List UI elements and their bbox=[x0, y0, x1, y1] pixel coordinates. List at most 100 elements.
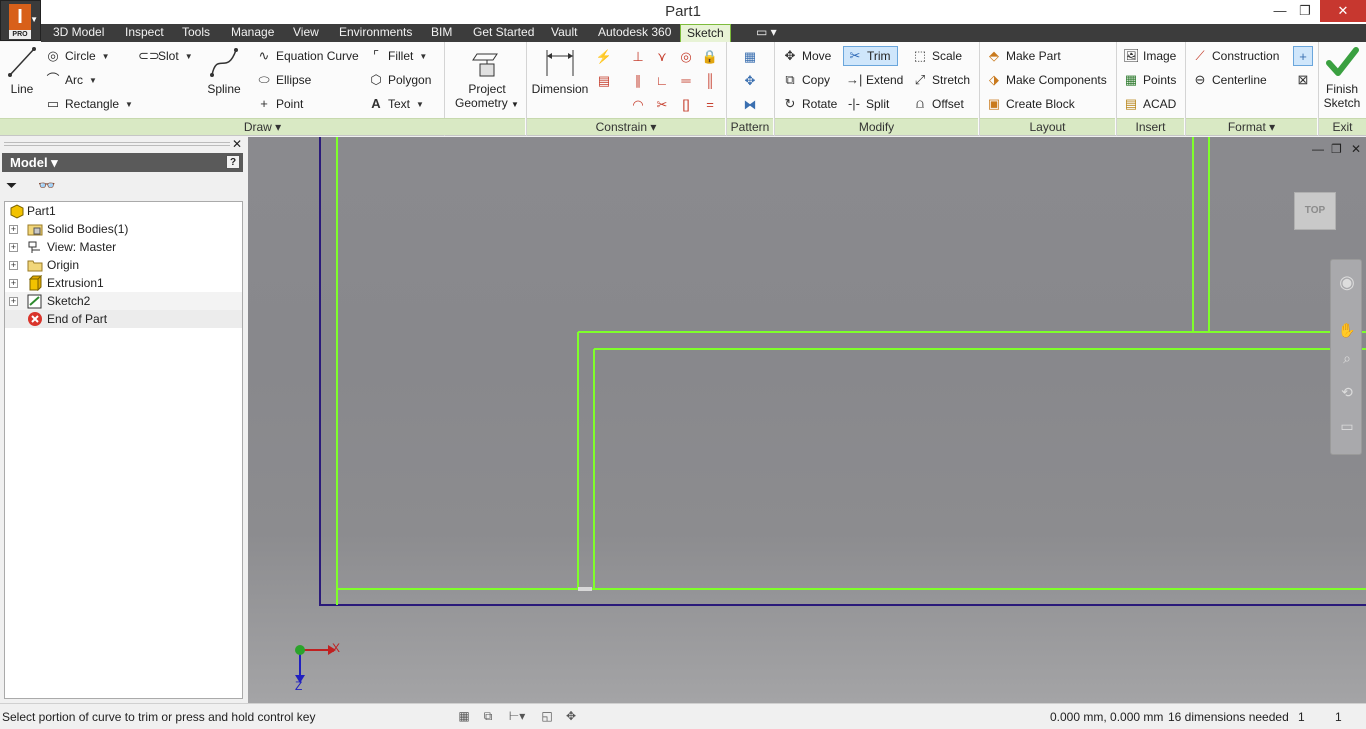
horizontal-constraint-icon[interactable]: ═ bbox=[676, 71, 696, 91]
draw-panel-label[interactable]: Draw ▾ bbox=[0, 118, 525, 135]
ribbon-display-options-icon[interactable]: ▭ ▾ bbox=[750, 24, 783, 42]
tangent-constraint-icon[interactable]: ◠ bbox=[628, 95, 648, 115]
grid-snap-icon[interactable]: ▦ bbox=[456, 709, 472, 725]
equation-curve-button[interactable]: ∿ Equation Curve bbox=[256, 46, 359, 66]
expand-icon[interactable]: + bbox=[9, 279, 18, 288]
point-button[interactable]: + Point bbox=[256, 94, 303, 114]
extend-button[interactable]: →| Extend bbox=[846, 70, 903, 90]
tree-node-solid-bodies[interactable]: + Solid Bodies(1) bbox=[5, 220, 242, 238]
expand-icon[interactable]: + bbox=[9, 225, 18, 234]
move-button[interactable]: ✥ Move bbox=[782, 46, 832, 66]
tree-node-sketch2[interactable]: + Sketch2 bbox=[5, 292, 242, 310]
make-part-button[interactable]: ⬘ Make Part bbox=[986, 46, 1061, 66]
viewport-minimize-button[interactable]: — bbox=[1312, 142, 1324, 156]
pan-hand-icon[interactable]: ✋ bbox=[1337, 320, 1357, 340]
driven-dimension-icon[interactable]: ⊠ bbox=[1293, 70, 1313, 90]
image-button[interactable]: 🖼 Image bbox=[1123, 46, 1176, 66]
expand-icon[interactable]: + bbox=[9, 261, 18, 270]
tab-tools[interactable]: Tools bbox=[176, 24, 216, 42]
tab-autodesk-360[interactable]: Autodesk 360 bbox=[592, 24, 677, 42]
tab-vault[interactable]: Vault bbox=[545, 24, 583, 42]
fix-constraint-icon[interactable]: 🔒 bbox=[700, 47, 720, 67]
orbit-icon[interactable]: ⟲ bbox=[1337, 382, 1357, 402]
expand-icon[interactable]: + bbox=[9, 297, 18, 306]
zoom-icon[interactable]: ⌕ bbox=[1337, 348, 1357, 368]
tab-sketch[interactable]: Sketch bbox=[680, 24, 731, 42]
slot-button[interactable]: ⊂⊃ Slot ▼ bbox=[138, 46, 193, 66]
polygon-button[interactable]: ⬡ Polygon bbox=[368, 70, 431, 90]
project-geometry-button[interactable]: Project Geometry ▼ bbox=[452, 46, 522, 112]
exit-panel-label[interactable]: Exit bbox=[1319, 118, 1366, 135]
browser-close-icon[interactable]: ✕ bbox=[232, 137, 242, 151]
graphics-window[interactable]: X Z — ❐ ✕ TOP ◉ ✋ ⌕ ⟲ ▭ bbox=[248, 137, 1366, 703]
modify-panel-label[interactable]: Modify bbox=[775, 118, 978, 135]
slice-graphics-icon[interactable]: ◱ bbox=[539, 709, 555, 725]
show-constraints-icon[interactable]: ▤ bbox=[594, 71, 614, 91]
browser-header[interactable]: Model ▾ ? bbox=[2, 153, 243, 172]
acad-button[interactable]: ▤ ACAD bbox=[1123, 94, 1177, 114]
perpendicular-constraint-icon[interactable]: ∟ bbox=[652, 71, 672, 91]
dimension-display-icon[interactable]: ⊢▾ bbox=[504, 709, 530, 725]
look-at-icon[interactable]: ▭ bbox=[1337, 416, 1357, 436]
application-menu-button[interactable]: I PRO ▼ bbox=[0, 0, 41, 41]
steering-wheel-icon[interactable]: ◉ bbox=[1337, 272, 1357, 292]
tree-node-part1[interactable]: Part1 bbox=[5, 202, 242, 220]
tree-node-origin[interactable]: + Origin bbox=[5, 256, 242, 274]
help-icon[interactable]: ? bbox=[226, 155, 240, 169]
vertical-constraint-icon[interactable]: ║ bbox=[700, 71, 720, 91]
equal-constraint-icon[interactable]: = bbox=[700, 95, 720, 115]
constraint-inference-icon[interactable]: ⧉ bbox=[480, 709, 496, 725]
offset-button[interactable]: ⩍ Offset bbox=[912, 94, 964, 114]
tab-bim[interactable]: BIM bbox=[425, 24, 458, 42]
concentric-constraint-icon[interactable]: ◎ bbox=[676, 47, 696, 67]
close-button[interactable]: ✕ bbox=[1320, 0, 1366, 22]
arc-button[interactable]: ⌒ Arc ▼ bbox=[45, 70, 96, 90]
coincident-constraint-icon[interactable]: ⊥ bbox=[628, 47, 648, 67]
viewport-restore-button[interactable]: ❐ bbox=[1331, 142, 1342, 156]
show-dof-icon[interactable]: ✥ bbox=[563, 709, 579, 725]
pattern-panel-label[interactable]: Pattern bbox=[727, 118, 773, 135]
tab-view[interactable]: View bbox=[287, 24, 325, 42]
tab-inspect[interactable]: Inspect bbox=[119, 24, 170, 42]
scale-button[interactable]: ⬚ Scale bbox=[912, 46, 962, 66]
create-block-button[interactable]: ▣ Create Block bbox=[986, 94, 1075, 114]
dimension-button[interactable]: Dimension bbox=[530, 46, 590, 96]
smooth-constraint-icon[interactable]: ✂ bbox=[652, 95, 672, 115]
sketch-geometry[interactable] bbox=[248, 137, 1366, 703]
tab-manage[interactable]: Manage bbox=[225, 24, 280, 42]
mirror-icon[interactable]: ⧓ bbox=[740, 95, 760, 115]
layout-panel-label[interactable]: Layout bbox=[980, 118, 1115, 135]
ellipse-button[interactable]: ⬭ Ellipse bbox=[256, 70, 311, 90]
constrain-panel-label[interactable]: Constrain ▾ bbox=[527, 118, 725, 135]
line-button[interactable]: Line bbox=[4, 46, 40, 96]
find-binoculars-icon[interactable]: 👓 bbox=[38, 177, 55, 194]
viewcube[interactable]: TOP bbox=[1294, 192, 1336, 230]
finish-sketch-button[interactable]: Finish Sketch bbox=[1320, 46, 1364, 110]
copy-button[interactable]: ⧉ Copy bbox=[782, 70, 830, 90]
rotate-button[interactable]: ↻ Rotate bbox=[782, 94, 838, 114]
viewport-close-button[interactable]: ✕ bbox=[1351, 142, 1361, 156]
tab-environments[interactable]: Environments bbox=[333, 24, 418, 42]
browser-title[interactable]: Model ▾ bbox=[10, 155, 58, 170]
points-button[interactable]: ▦ Points bbox=[1123, 70, 1177, 90]
spline-button[interactable]: Spline bbox=[204, 46, 244, 96]
fillet-button[interactable]: ⌜ Fillet ▼ bbox=[368, 46, 427, 66]
collinear-constraint-icon[interactable]: ⋎ bbox=[652, 47, 672, 67]
auto-dimension-icon[interactable]: ⚡ bbox=[594, 47, 614, 67]
expand-icon[interactable]: + bbox=[9, 243, 18, 252]
filter-icon[interactable]: ⏷ bbox=[6, 177, 17, 194]
rectangular-pattern-icon[interactable]: ▦ bbox=[740, 47, 760, 67]
rectangle-button[interactable]: ▭ Rectangle ▼ bbox=[45, 94, 133, 114]
panel-grip[interactable] bbox=[4, 142, 230, 146]
restore-button[interactable]: ❐ bbox=[1290, 0, 1320, 22]
make-components-button[interactable]: ⬗ Make Components bbox=[986, 70, 1107, 90]
insert-panel-label[interactable]: Insert bbox=[1117, 118, 1184, 135]
circular-pattern-icon[interactable]: ✥ bbox=[740, 71, 760, 91]
centerline-button[interactable]: ⊖ Centerline bbox=[1192, 70, 1267, 90]
tree-node-extrusion1[interactable]: + Extrusion1 bbox=[5, 274, 242, 292]
trim-button[interactable]: ✂ Trim bbox=[843, 46, 898, 66]
center-point-icon[interactable]: + bbox=[1293, 46, 1313, 66]
circle-button[interactable]: ◎ Circle ▼ bbox=[45, 46, 109, 66]
format-panel-label[interactable]: Format ▾ bbox=[1186, 118, 1317, 135]
tab-get-started[interactable]: Get Started bbox=[467, 24, 540, 42]
